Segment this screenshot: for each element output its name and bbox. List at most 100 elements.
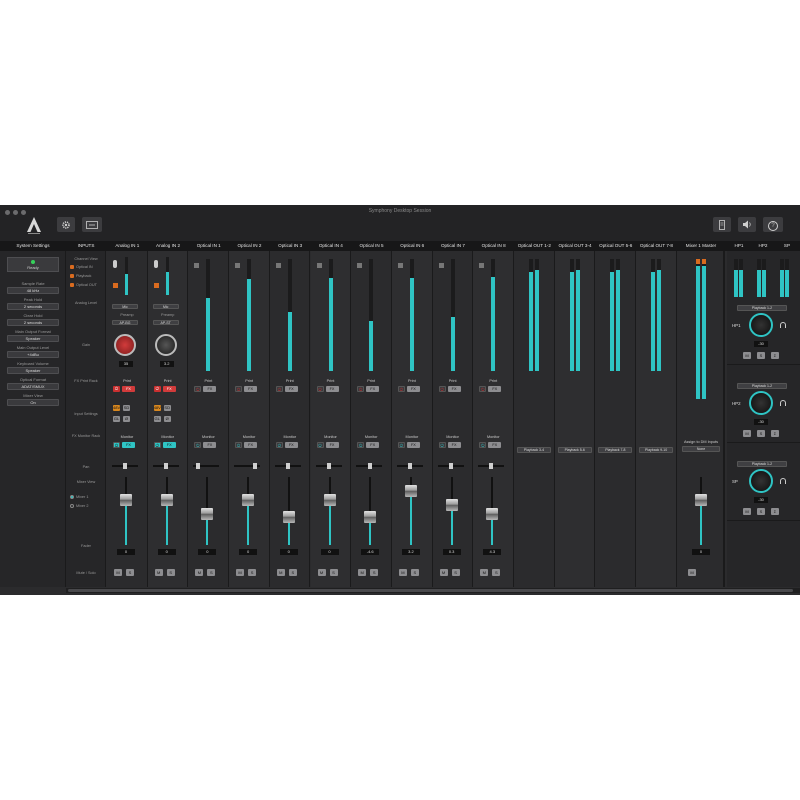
headphone-sum-button[interactable]: Σ: [771, 430, 779, 437]
monitor-power-button[interactable]: ⏻: [316, 442, 324, 448]
monitor-fx-button[interactable]: FX: [244, 442, 258, 448]
mixer-view-radio[interactable]: [70, 495, 74, 499]
link-icon[interactable]: [235, 263, 241, 268]
monitor-power-button[interactable]: ⏻: [479, 442, 487, 448]
headphone-sum-button[interactable]: Σ: [771, 508, 779, 515]
setting-value[interactable]: On: [7, 399, 59, 406]
monitor-power-button[interactable]: ⏻: [194, 442, 202, 448]
output-assign-select[interactable]: Playback 3-4: [517, 447, 551, 453]
headphone-dim-button[interactable]: S: [757, 508, 765, 515]
monitor-fx-button[interactable]: FX: [203, 442, 217, 448]
mute-button[interactable]: M: [154, 569, 163, 576]
master-mute-button[interactable]: M: [688, 569, 696, 576]
preamp-select[interactable]: AP-BG: [112, 320, 138, 325]
headphone-source-select[interactable]: Playback 1-2: [737, 305, 787, 311]
setting-value[interactable]: 2 seconds: [7, 319, 59, 326]
phantom-48v-button[interactable]: 48V: [153, 405, 161, 411]
gear-icon[interactable]: [57, 217, 75, 232]
io-routing-icon[interactable]: [82, 217, 102, 232]
headphone-dim-button[interactable]: S: [757, 352, 765, 359]
link-icon[interactable]: [153, 283, 159, 288]
headphone-source-select[interactable]: Playback 1-2: [737, 461, 787, 467]
solo-button[interactable]: S: [492, 569, 501, 576]
stereo-link-button[interactable]: SD: [163, 405, 171, 411]
print-fx-button[interactable]: FX: [366, 386, 380, 392]
setting-value[interactable]: 2 seconds: [7, 303, 59, 310]
headphone-volume-knob[interactable]: [749, 313, 773, 337]
pan-slider-handle[interactable]: [252, 463, 257, 469]
link-icon[interactable]: [357, 263, 363, 268]
channel-view-checkbox[interactable]: [70, 274, 74, 278]
monitor-fx-button[interactable]: FX: [406, 442, 420, 448]
fader-cap[interactable]: [242, 493, 255, 506]
monitor-power-button[interactable]: ⏻: [275, 442, 283, 448]
print-fx-button[interactable]: FX: [325, 386, 339, 392]
monitor-fx-button[interactable]: FX: [325, 442, 339, 448]
scroll-thumb[interactable]: [68, 589, 793, 592]
pan-slider-handle[interactable]: [163, 463, 168, 469]
speaker-icon[interactable]: [738, 217, 756, 232]
headphone-mute-button[interactable]: M: [743, 352, 751, 359]
phase-button[interactable]: Ø: [163, 416, 171, 422]
fader-cap[interactable]: [323, 493, 336, 506]
analog-level-select[interactable]: Mic: [152, 304, 179, 309]
print-fx-button[interactable]: FX: [406, 386, 420, 392]
pan-slider-handle[interactable]: [195, 463, 200, 469]
pan-slider-handle[interactable]: [448, 463, 453, 469]
fader-cap[interactable]: [445, 499, 458, 512]
monitor-fx-button[interactable]: FX: [284, 442, 298, 448]
mute-button[interactable]: M: [439, 569, 448, 576]
assign-dm-select[interactable]: None: [682, 446, 720, 452]
monitor-power-button[interactable]: ⏻: [438, 442, 446, 448]
solo-button[interactable]: S: [410, 569, 419, 576]
pan-slider-handle[interactable]: [407, 463, 412, 469]
solo-button[interactable]: S: [248, 569, 257, 576]
solo-button[interactable]: S: [451, 569, 460, 576]
print-power-button[interactable]: ⏻: [316, 386, 324, 392]
mute-button[interactable]: M: [236, 569, 245, 576]
ground-lift-button[interactable]: GL: [153, 416, 161, 422]
fader-cap[interactable]: [201, 507, 214, 520]
mute-button[interactable]: M: [195, 569, 204, 576]
setting-value[interactable]: 48 kHz: [7, 287, 59, 294]
link-icon[interactable]: [397, 263, 403, 268]
headphone-volume-knob[interactable]: [749, 391, 773, 415]
setting-value[interactable]: +4dBu: [7, 351, 59, 358]
monitor-fx-button[interactable]: FX: [488, 442, 502, 448]
print-power-button[interactable]: ⏻: [153, 386, 161, 392]
pan-slider-handle[interactable]: [368, 463, 373, 469]
monitor-fx-button[interactable]: FX: [122, 442, 135, 448]
mute-button[interactable]: M: [480, 569, 489, 576]
ground-lift-button[interactable]: GL: [113, 416, 120, 422]
link-icon[interactable]: [316, 263, 322, 268]
headphone-volume-knob[interactable]: [749, 469, 773, 493]
print-fx-button[interactable]: FX: [447, 386, 461, 392]
solo-button[interactable]: S: [288, 569, 297, 576]
link-icon[interactable]: [194, 263, 200, 268]
mute-button[interactable]: M: [114, 569, 122, 576]
setting-value[interactable]: Speaker: [7, 335, 59, 342]
print-power-button[interactable]: ⏻: [397, 386, 405, 392]
print-power-button[interactable]: ⏻: [113, 386, 120, 392]
fader-cap[interactable]: [160, 493, 173, 506]
solo-button[interactable]: S: [370, 569, 379, 576]
output-assign-select[interactable]: Playback 5-6: [557, 447, 592, 453]
print-power-button[interactable]: ⏻: [479, 386, 487, 392]
device-icon[interactable]: [713, 217, 731, 232]
print-fx-button[interactable]: FX: [244, 386, 258, 392]
channel-view-checkbox[interactable]: [70, 265, 74, 269]
solo-button[interactable]: S: [166, 569, 175, 576]
monitor-power-button[interactable]: ⏻: [397, 442, 405, 448]
link-icon[interactable]: [438, 263, 444, 268]
link-icon[interactable]: [479, 263, 485, 268]
gain-knob[interactable]: [154, 334, 177, 356]
setting-value[interactable]: Speaker: [7, 367, 59, 374]
print-fx-button[interactable]: FX: [488, 386, 502, 392]
mute-button[interactable]: M: [276, 569, 285, 576]
pan-slider-handle[interactable]: [326, 463, 331, 469]
stereo-link-button[interactable]: SD: [123, 405, 130, 411]
fader-cap[interactable]: [404, 485, 417, 498]
link-icon[interactable]: [275, 263, 281, 268]
solo-button[interactable]: S: [207, 569, 216, 576]
channel-view-checkbox[interactable]: [70, 283, 74, 287]
